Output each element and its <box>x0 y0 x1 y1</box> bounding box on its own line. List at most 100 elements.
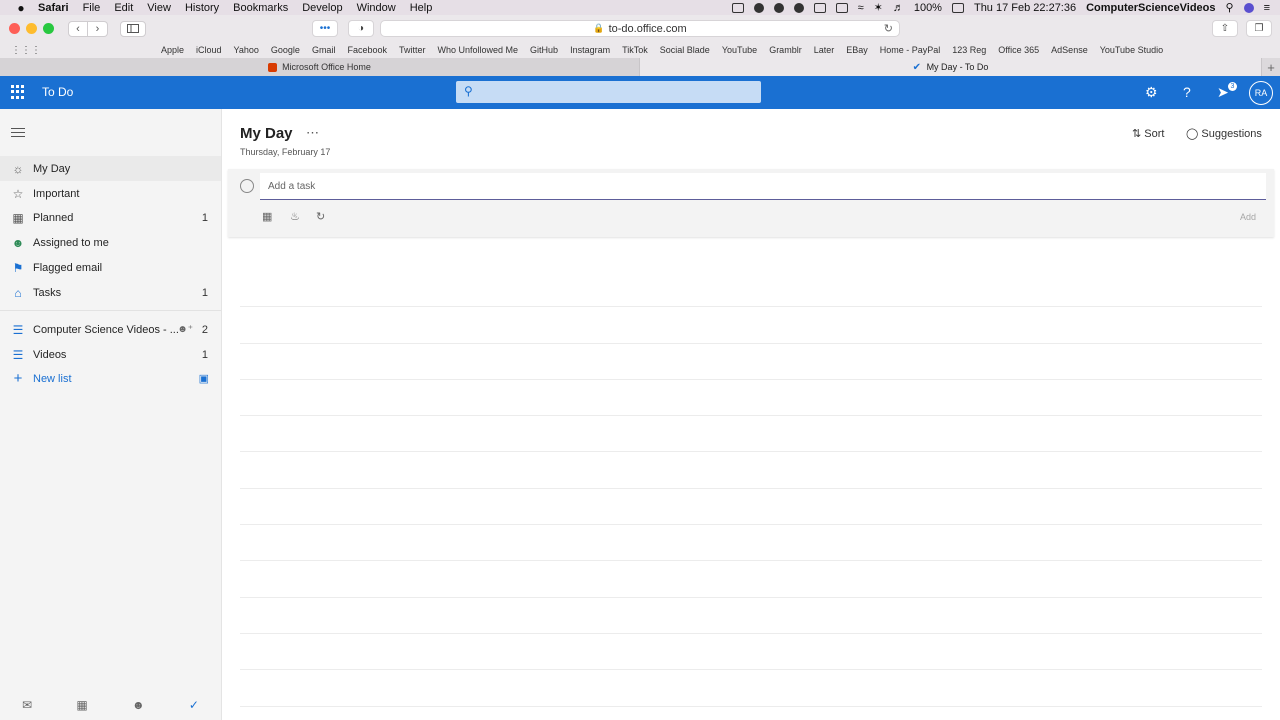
new-tab-button[interactable]: + <box>1262 58 1280 76</box>
app-title[interactable]: To Do <box>42 85 73 99</box>
whats-new-megaphone-icon[interactable]: ➤ <box>1217 84 1229 101</box>
menu-app-safari[interactable]: Safari <box>38 2 69 14</box>
bookmark-youtube-studio[interactable]: YouTube Studio <box>1100 45 1163 55</box>
sidebar-item-assigned-to-me[interactable]: ☻ Assigned to me <box>0 230 221 255</box>
sidebar-item-important[interactable]: ☆ Important <box>0 181 221 206</box>
spotlight-search-icon[interactable]: ⚲ <box>1226 1 1234 14</box>
status-dots-icon[interactable] <box>753 2 764 13</box>
creative-cloud-icon[interactable] <box>793 2 804 13</box>
sort-arrows-icon: ⇅ <box>1132 128 1142 140</box>
new-group-icon[interactable]: ▣ <box>199 372 209 385</box>
help-icon[interactable]: ? <box>1183 84 1191 100</box>
bookmark-later[interactable]: Later <box>814 45 835 55</box>
bookmark-yahoo[interactable]: Yahoo <box>234 45 259 55</box>
sort-button[interactable]: ⇅ Sort <box>1132 127 1164 140</box>
bookmark-office-365[interactable]: Office 365 <box>998 45 1039 55</box>
sidebar-item-my-day[interactable]: ☼ My Day <box>0 156 221 181</box>
menu-history[interactable]: History <box>185 2 219 14</box>
siri-icon[interactable] <box>1243 2 1254 13</box>
sidebar-toggle-button[interactable] <box>120 20 146 37</box>
sidebar-list-computer-science-videos[interactable]: ☰ Computer Science Videos - ... ☻⁺ 2 <box>0 317 221 342</box>
close-window-icon[interactable] <box>9 23 20 34</box>
airplay-icon[interactable] <box>835 2 848 13</box>
show-all-tabs-icon[interactable]: ⋮⋮⋮ <box>11 45 41 56</box>
bookmark-gramblr[interactable]: Gramblr <box>769 45 802 55</box>
back-button[interactable]: ‹ <box>68 20 88 37</box>
suggestions-button[interactable]: ◯ Suggestions <box>1186 127 1262 140</box>
tab-overview-button[interactable]: ❐ <box>1246 20 1272 37</box>
address-bar[interactable]: 🔒 to-do.office.com ↻ <box>380 20 900 37</box>
account-avatar[interactable]: RA <box>1249 81 1273 105</box>
add-task-panel: ▦ ♨ ↻ Add <box>228 169 1274 237</box>
mail-icon[interactable]: ✉ <box>22 698 32 712</box>
volume-icon[interactable]: ♬ <box>893 2 904 14</box>
add-task-button[interactable]: Add <box>1240 212 1256 222</box>
user-name[interactable]: ComputerScienceVideos <box>1086 2 1215 14</box>
search-input[interactable]: ⚲ <box>456 81 761 103</box>
menu-file[interactable]: File <box>83 2 101 14</box>
bookmark-icloud[interactable]: iCloud <box>196 45 222 55</box>
menu-edit[interactable]: Edit <box>114 2 133 14</box>
new-list-button[interactable]: + New list ▣ <box>0 366 221 391</box>
bookmark-tiktok[interactable]: TikTok <box>622 45 648 55</box>
tab-my-day-to-do[interactable]: ✔ My Day - To Do <box>640 58 1262 76</box>
bookmark-apple[interactable]: Apple <box>161 45 184 55</box>
add-due-date-icon[interactable]: ▦ <box>262 210 272 223</box>
notification-center-icon[interactable]: ≡ <box>1264 2 1270 14</box>
menu-bookmarks[interactable]: Bookmarks <box>233 2 288 14</box>
bluetooth-icon[interactable]: ✶ <box>874 1 883 14</box>
bookmark-google[interactable]: Google <box>271 45 300 55</box>
task-complete-circle-icon[interactable] <box>240 179 254 193</box>
bookmark-social-blade[interactable]: Social Blade <box>660 45 710 55</box>
screen-record-icon[interactable] <box>731 2 744 13</box>
extensions-button[interactable]: ••• <box>312 20 338 37</box>
zoom-window-icon[interactable] <box>43 23 54 34</box>
sidebar-item-label: Important <box>33 187 80 200</box>
bookmark-facebook[interactable]: Facebook <box>347 45 387 55</box>
battery-icon[interactable] <box>951 2 964 13</box>
menu-develop[interactable]: Develop <box>302 2 342 14</box>
page-title[interactable]: My Day <box>240 125 293 142</box>
bookmark-instagram[interactable]: Instagram <box>570 45 610 55</box>
reload-icon[interactable]: ↻ <box>884 22 893 35</box>
forward-button[interactable]: › <box>88 20 108 37</box>
add-task-input[interactable] <box>260 173 1266 200</box>
notification-badge: 3 <box>1228 82 1237 91</box>
settings-gear-icon[interactable]: ⚙ <box>1145 84 1158 101</box>
tab-microsoft-office-home[interactable]: Microsoft Office Home <box>0 58 640 76</box>
minimize-window-icon[interactable] <box>26 23 37 34</box>
list-options-more-icon[interactable]: ⋯ <box>306 125 320 141</box>
bookmark-github[interactable]: GitHub <box>530 45 558 55</box>
menu-help[interactable]: Help <box>410 2 433 14</box>
bookmark-123-reg[interactable]: 123 Reg <box>952 45 986 55</box>
wifi-icon[interactable]: ≈ <box>858 2 864 14</box>
menu-view[interactable]: View <box>147 2 171 14</box>
sidebar-item-flagged-email[interactable]: ⚑ Flagged email <box>0 255 221 280</box>
home-icon: ⌂ <box>14 285 22 300</box>
sidebar-item-tasks[interactable]: ⌂ Tasks 1 <box>0 280 221 305</box>
time-machine-icon[interactable] <box>813 2 826 13</box>
calendar-app-icon[interactable]: ▦ <box>76 698 87 712</box>
bookmark-youtube[interactable]: YouTube <box>722 45 757 55</box>
bookmark-paypal[interactable]: Home - PayPal <box>880 45 941 55</box>
todo-check-icon[interactable]: ✓ <box>189 698 199 712</box>
privacy-report-button[interactable]: ◑ <box>348 20 374 37</box>
menu-window[interactable]: Window <box>357 2 396 14</box>
remind-me-bell-icon[interactable]: ♨ <box>290 210 300 223</box>
bookmark-twitter[interactable]: Twitter <box>399 45 426 55</box>
repeat-icon[interactable]: ↻ <box>316 210 325 223</box>
status-app-icon[interactable] <box>773 2 784 13</box>
bookmark-who-unfollowed-me[interactable]: Who Unfollowed Me <box>438 45 519 55</box>
bookmark-ebay[interactable]: EBay <box>846 45 868 55</box>
share-button[interactable]: ⇧ <box>1212 20 1238 37</box>
collapse-sidebar-hamburger-icon[interactable] <box>11 128 25 140</box>
sidebar-item-planned[interactable]: ▦ Planned 1 <box>0 205 221 230</box>
clock[interactable]: Thu 17 Feb 22:27:36 <box>974 2 1076 14</box>
bookmark-adsense[interactable]: AdSense <box>1051 45 1088 55</box>
people-icon[interactable]: ☻ <box>132 698 145 712</box>
sidebar-list-videos[interactable]: ☰ Videos 1 <box>0 342 221 367</box>
sort-label: Sort <box>1144 128 1165 140</box>
apple-menu-icon[interactable]: ● <box>14 1 28 15</box>
bookmark-gmail[interactable]: Gmail <box>312 45 336 55</box>
app-launcher-icon[interactable] <box>11 85 25 99</box>
